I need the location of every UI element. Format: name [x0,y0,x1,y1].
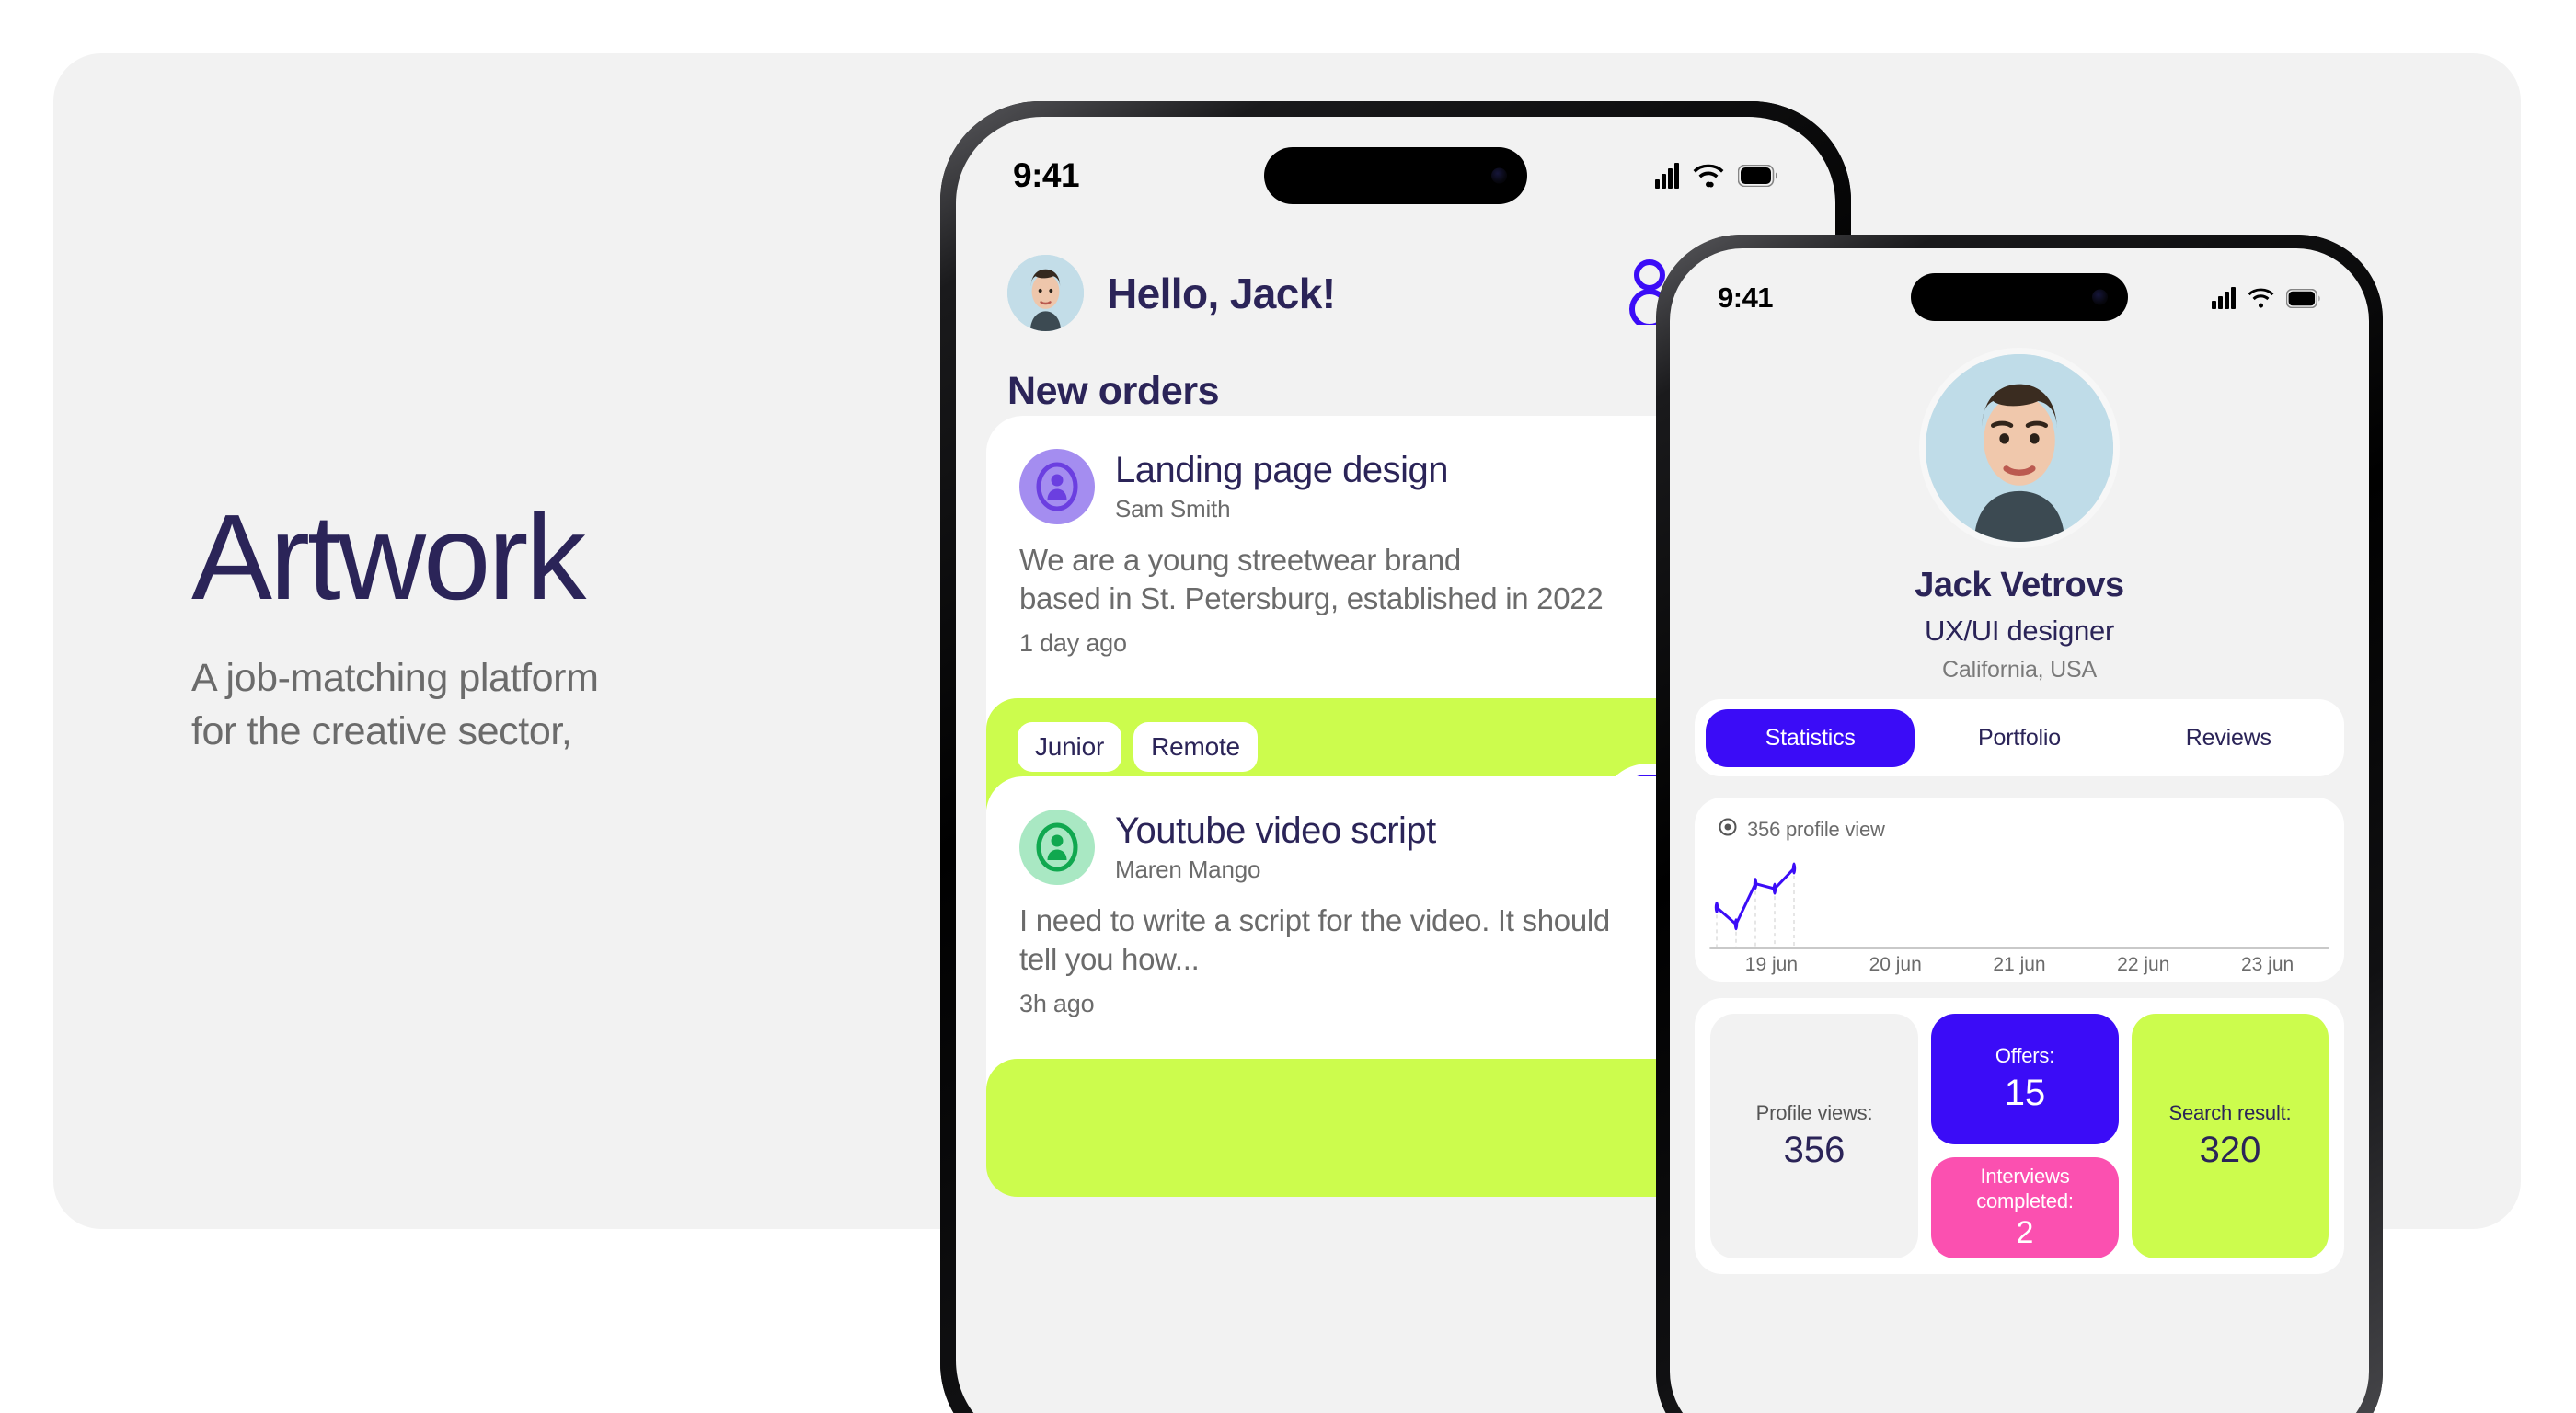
stat-label: Offers: [1995,1044,2055,1068]
target-icon [1719,818,1737,842]
chart-plot [1714,862,1797,947]
chart-x-tick: 21 jun [1993,954,2046,975]
stat-label: Search result: [2168,1101,2292,1125]
avatar[interactable] [1007,255,1084,331]
cellular-icon [1655,163,1679,189]
cellular-icon [2212,287,2236,309]
chart-legend: 356 profile view [1719,818,2320,842]
order-client: Sam Smith [1115,495,1231,523]
order-tag[interactable]: Remote [1133,722,1258,772]
profile-views-chart: 356 profile view 19 jun 20 jun 21 jun 22 ju… [1695,798,2344,982]
status-bar: 9:41 [1670,281,2369,315]
status-bar: 9:41 [956,156,1835,195]
stat-card-interviews[interactable]: Interviews completed: 2 [1931,1157,2119,1258]
page-title: Artwork [191,489,586,625]
battery-icon [1738,165,1778,187]
status-time: 9:41 [1718,281,1774,314]
stat-card-search-result[interactable]: Search result: 320 [2132,1014,2329,1258]
profile-role: UX/UI designer [1924,615,2114,647]
status-time: 9:41 [1013,156,1080,194]
canvas: Artwork A job-matching platform for the … [0,0,2576,1413]
chart-x-axis [1709,947,2329,949]
order-title: Landing page design [1115,450,1448,490]
battery-icon [2286,288,2321,308]
chart-x-tick-labels: 19 jun 20 jun 21 jun 22 jun 23 jun [1709,954,2329,976]
phone-mockup-profile: 9:41 Jack Vetrovs UX/UI designer Califor… [1656,235,2383,1413]
order-title: Youtube video script [1115,810,1436,851]
chart-x-tick: 23 jun [2240,954,2294,975]
order-client: Maren Mango [1115,856,1261,883]
profile-name: Jack Vetrovs [1915,566,2124,604]
chart-x-tick: 20 jun [1869,954,1922,975]
person-circle-icon [1019,449,1095,524]
tab-statistics[interactable]: Statistics [1706,708,1915,767]
avatar[interactable] [1926,354,2113,542]
stat-value: 15 [2004,1072,2046,1113]
chart-legend-label: 356 profile view [1747,818,1885,841]
greeting-header[interactable]: Hello, Jack! [1007,255,1336,331]
phone2-screen: 9:41 Jack Vetrovs UX/UI designer Califor… [1670,248,2369,1413]
section-title-new-orders: New orders [1007,369,1220,413]
wifi-icon [1693,164,1724,189]
stat-card-profile-views[interactable]: Profile views: 356 [1710,1014,1918,1258]
hero-copy: Artwork A job-matching platform for the … [191,497,891,759]
chart-x-tick: 22 jun [2117,954,2170,975]
chart-x-tick: 19 jun [1744,954,1798,975]
profile-location: California, USA [1942,657,2097,683]
order-tag[interactable]: Junior [1018,722,1122,772]
profile-tabs: Statistics Portfolio Reviews [1695,699,2344,776]
tab-portfolio[interactable]: Portfolio [1915,709,2123,767]
person-circle-icon [1019,810,1095,885]
hero-subtitle: A job-matching platform for the creative… [191,656,599,754]
stat-value: 356 [1783,1129,1846,1170]
stat-label: Interviews completed: [1976,1165,2074,1212]
tab-reviews[interactable]: Reviews [2124,709,2333,767]
stats-grid: Profile views: 356 Offers: 15 Interviews… [1695,998,2344,1274]
stat-label: Profile views: [1755,1101,1873,1125]
greeting-text: Hello, Jack! [1107,269,1336,317]
stat-card-offers[interactable]: Offers: 15 [1931,1014,2119,1144]
stat-value: 2 [2016,1214,2034,1250]
wifi-icon [2248,288,2274,309]
stat-value: 320 [2199,1129,2261,1170]
